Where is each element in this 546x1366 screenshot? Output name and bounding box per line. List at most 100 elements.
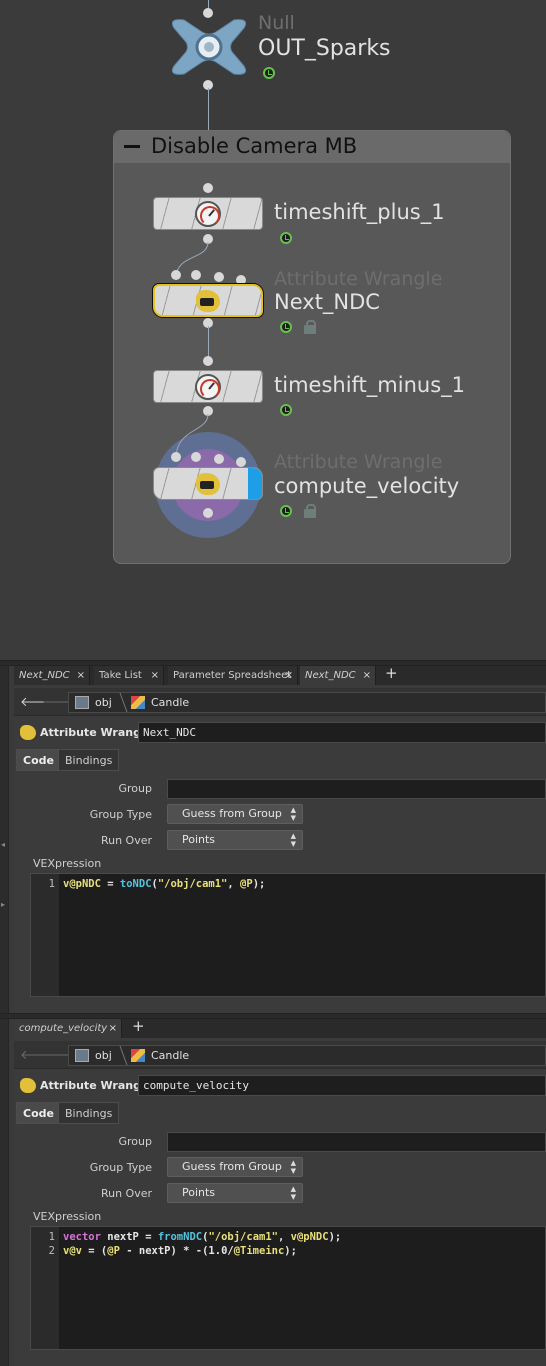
- close-tab-icon[interactable]: ×: [151, 666, 159, 685]
- operator-name-field[interactable]: compute_velocity: [138, 1075, 546, 1096]
- group-label: Group: [118, 1135, 153, 1148]
- output-connector[interactable]: [203, 508, 213, 518]
- close-tab-icon[interactable]: ×: [363, 666, 371, 685]
- timeshift-icon: [195, 200, 221, 227]
- code-token: @Timeinc: [233, 1245, 285, 1257]
- close-tab-icon[interactable]: ×: [109, 1019, 117, 1038]
- breadcrumb-node[interactable]: Candle: [151, 1049, 189, 1062]
- breadcrumb-separator: [111, 1046, 128, 1065]
- lock-icon[interactable]: [304, 504, 316, 518]
- code-text[interactable]: v@pNDC = toNDC("/obj/cam1", @P);: [63, 878, 265, 890]
- strip-arrow-icon[interactable]: ▸: [1, 900, 7, 910]
- group-type-menu[interactable]: Guess from Group ▲ ▼: [167, 804, 303, 824]
- display-flag-icon[interactable]: [263, 67, 275, 79]
- run-over-menu[interactable]: Points ▲ ▼: [167, 830, 303, 850]
- code-token: );: [284, 1245, 297, 1257]
- group-field[interactable]: [167, 779, 546, 799]
- wrangle-icon: [20, 725, 36, 740]
- node-type-label: Null: [258, 12, 295, 34]
- breadcrumb-node[interactable]: Candle: [151, 696, 189, 709]
- tab-take-list[interactable]: Take List ×: [94, 666, 164, 685]
- node-name-label[interactable]: timeshift_plus_1: [274, 200, 445, 224]
- code-token: nextP =: [100, 1231, 158, 1243]
- timeshift-icon: [195, 373, 221, 400]
- display-flag-icon[interactable]: [280, 232, 292, 244]
- code-token: v@v: [63, 1245, 82, 1257]
- tab-code[interactable]: Code: [16, 749, 61, 771]
- display-flag-bar[interactable]: [248, 468, 262, 499]
- attribute-wrangle-node[interactable]: [153, 467, 263, 500]
- collapse-icon[interactable]: [124, 145, 140, 148]
- code-line[interactable]: 1 vector nextP = fromNDC("/obj/cam1", v@p…: [31, 1231, 546, 1245]
- tab-bindings[interactable]: Bindings: [58, 749, 120, 771]
- node-name-label[interactable]: compute_velocity: [274, 474, 459, 498]
- node-name-label[interactable]: timeshift_minus_1: [274, 373, 465, 397]
- input-connector[interactable]: [203, 183, 213, 193]
- code-text[interactable]: vector nextP = fromNDC("/obj/cam1", v@pN…: [63, 1231, 341, 1243]
- tab-compute-velocity[interactable]: compute_velocity ×: [14, 1019, 122, 1038]
- input-connector[interactable]: [214, 454, 224, 464]
- run-over-label: Run Over: [100, 1187, 152, 1200]
- lock-icon[interactable]: [304, 320, 316, 334]
- tab-next-ndc-active[interactable]: Next_NDC ×: [300, 666, 376, 685]
- close-tab-icon[interactable]: ×: [77, 666, 85, 685]
- input-connector[interactable]: [214, 272, 224, 282]
- input-connector[interactable]: [203, 356, 213, 366]
- code-token: @P: [107, 1245, 120, 1257]
- pane-tab-bar: compute_velocity × +: [14, 1017, 546, 1038]
- vex-code-editor[interactable]: 1 vector nextP = fromNDC("/obj/cam1", v@p…: [30, 1226, 546, 1350]
- code-line[interactable]: 1 v@pNDC = toNDC("/obj/cam1", @P);: [31, 878, 546, 892]
- input-connector[interactable]: [171, 452, 181, 462]
- timeshift-node[interactable]: [153, 370, 263, 403]
- network-view[interactable]: Null OUT_Sparks Disable Camera MB timesh…: [0, 0, 546, 660]
- display-flag-icon[interactable]: [280, 505, 292, 517]
- path-breadcrumb[interactable]: obj Candle: [68, 1045, 546, 1066]
- strip-arrow-icon[interactable]: ◂: [1, 840, 7, 850]
- code-token: ,: [227, 878, 241, 890]
- display-flag-icon[interactable]: [280, 404, 292, 416]
- path-breadcrumb[interactable]: obj Candle: [68, 692, 546, 713]
- add-tab-button[interactable]: +: [132, 1017, 145, 1035]
- code-token: =: [100, 878, 120, 890]
- input-connector[interactable]: [171, 270, 181, 280]
- group-type-label: Group Type: [89, 1161, 152, 1174]
- tab-bindings[interactable]: Bindings: [58, 1102, 120, 1124]
- node-name-label[interactable]: Next_NDC: [274, 290, 380, 314]
- breadcrumb-root[interactable]: obj: [95, 696, 112, 709]
- run-over-menu[interactable]: Points ▲ ▼: [167, 1183, 303, 1203]
- code-token: = (: [81, 1245, 108, 1257]
- null-node[interactable]: [168, 18, 250, 76]
- code-token: toNDC: [119, 878, 152, 890]
- operator-type: Attribute Wrangle: [40, 726, 153, 739]
- breadcrumb-root[interactable]: obj: [95, 1049, 112, 1062]
- vexpression-label: VEXpression: [33, 1210, 102, 1223]
- input-connector[interactable]: [236, 457, 246, 467]
- code-token: - nextP) * -(1.0/: [119, 1245, 234, 1257]
- timeshift-node[interactable]: [153, 197, 263, 230]
- tab-code[interactable]: Code: [16, 1102, 61, 1124]
- code-line[interactable]: 2 v@v = (@P - nextP) * -(1.0/@Timeinc);: [31, 1245, 546, 1259]
- input-connector[interactable]: [191, 270, 201, 280]
- node-name-label[interactable]: OUT_Sparks: [258, 36, 391, 61]
- wrangle-icon: [196, 472, 220, 495]
- vex-code-editor[interactable]: 1 v@pNDC = toNDC("/obj/cam1", @P);: [30, 873, 546, 997]
- tab-next-ndc[interactable]: Next_NDC ×: [14, 666, 90, 685]
- line-number: 1: [48, 878, 55, 890]
- tab-parameter-spreadsheet[interactable]: Parameter Spreadsheet ×: [168, 666, 298, 685]
- network-box-header[interactable]: Disable Camera MB: [114, 131, 510, 163]
- input-connector[interactable]: [203, 8, 213, 18]
- add-tab-button[interactable]: +: [385, 664, 398, 682]
- line-number: 2: [48, 1245, 55, 1257]
- obj-network-icon: [75, 1049, 89, 1062]
- group-type-label: Group Type: [89, 808, 152, 821]
- display-flag-icon[interactable]: [280, 321, 292, 333]
- input-connector[interactable]: [191, 452, 201, 462]
- tab-label: Parameter Spreadsheet: [173, 670, 292, 681]
- group-type-menu[interactable]: Guess from Group ▲ ▼: [167, 1157, 303, 1177]
- operator-name-field[interactable]: Next_NDC: [138, 722, 546, 743]
- tab-label: Next_NDC: [305, 670, 356, 681]
- attribute-wrangle-node-selected[interactable]: [153, 284, 263, 317]
- code-text[interactable]: v@v = (@P - nextP) * -(1.0/@Timeinc);: [63, 1245, 297, 1257]
- group-field[interactable]: [167, 1132, 546, 1152]
- close-tab-icon[interactable]: ×: [285, 666, 293, 685]
